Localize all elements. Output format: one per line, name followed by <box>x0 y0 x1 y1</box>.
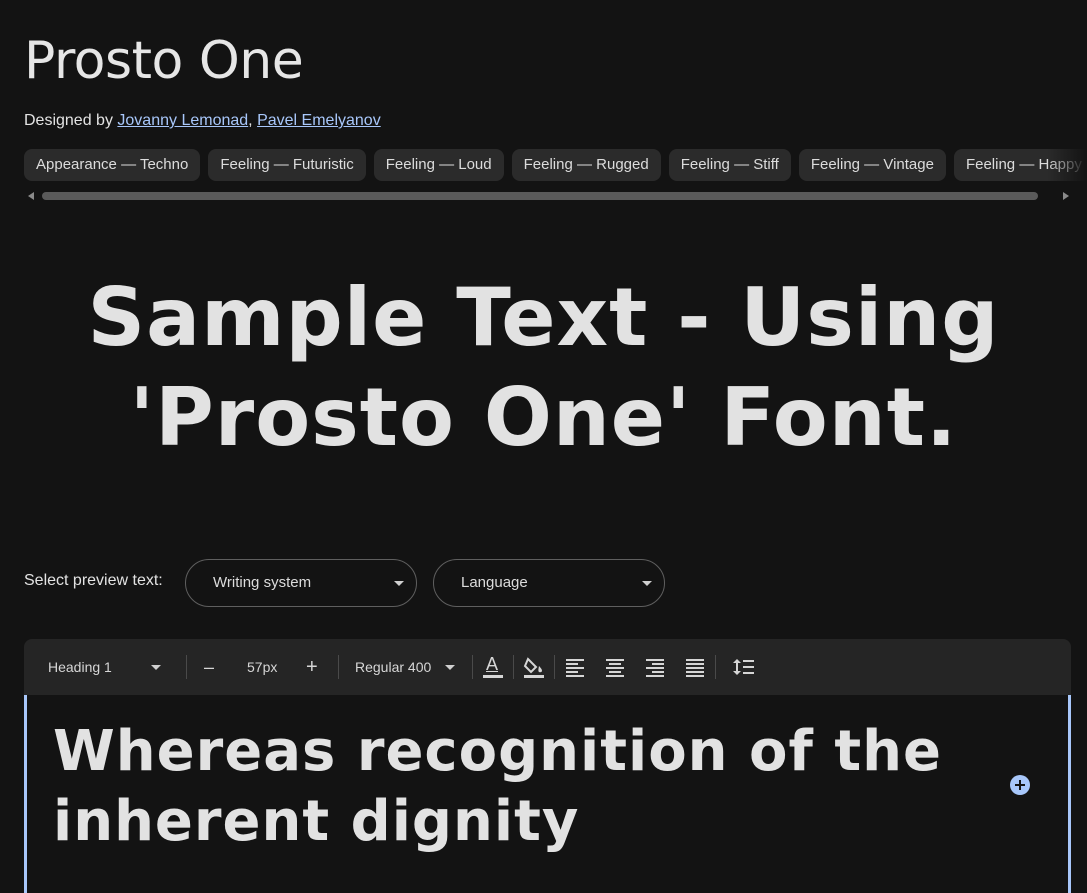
increase-size-button[interactable]: + <box>306 639 318 695</box>
preview-select-label: Select preview text: <box>24 572 163 589</box>
language-value: Language <box>461 574 528 591</box>
highlight-fill-icon[interactable] <box>522 655 546 679</box>
font-title: Prosto One <box>24 31 304 91</box>
tag-chip[interactable]: Feeling — Futuristic <box>208 149 366 181</box>
toolbar-divider <box>472 655 473 679</box>
chevron-down-icon <box>642 581 652 586</box>
toolbar-divider <box>554 655 555 679</box>
font-specimen-page: Prosto One Designed by Jovanny Lemonad, … <box>0 0 1087 893</box>
chevron-down-icon[interactable] <box>151 665 161 670</box>
editable-preview[interactable]: Whereas recognition of the inherent dign… <box>24 695 1071 893</box>
type-tester: Heading 1 – 57px + Regular 400 A Whereas… <box>24 639 1071 893</box>
preview-text-selector: Select preview text: Writing system Lang… <box>24 559 684 607</box>
toolbar-divider <box>338 655 339 679</box>
tag-list: Appearance — Techno Feeling — Futuristic F… <box>24 149 1087 181</box>
scroll-right-icon[interactable] <box>1063 192 1069 200</box>
designed-by-label: Designed by <box>24 112 113 129</box>
sample-text: Sample Text - Using 'Prosto One' Font. <box>87 271 1000 464</box>
designer-link-2[interactable]: Pavel Emelyanov <box>257 112 381 129</box>
designer-separator: , <box>248 112 253 129</box>
line-height-icon[interactable] <box>732 655 756 679</box>
tag-chip[interactable]: Feeling — Vintage <box>798 149 946 181</box>
writing-system-value: Writing system <box>213 574 312 591</box>
tag-chip[interactable]: Feeling — Stiff <box>668 149 791 181</box>
tags-scrollbar[interactable] <box>24 190 1071 202</box>
tag-chip[interactable]: Feeling — Rugged <box>511 149 661 181</box>
align-right-icon[interactable] <box>643 655 667 679</box>
align-center-icon[interactable] <box>603 655 627 679</box>
designer-link-1[interactable]: Jovanny Lemonad <box>117 112 248 129</box>
designer-credits: Designed by Jovanny Lemonad, Pavel Emely… <box>24 110 381 132</box>
tag-chip[interactable]: Feeling — Loud <box>373 149 504 181</box>
language-dropdown[interactable]: Language <box>433 559 665 607</box>
writing-system-dropdown[interactable]: Writing system <box>185 559 417 607</box>
add-circle-icon[interactable] <box>1010 775 1030 795</box>
chevron-down-icon[interactable] <box>445 665 455 670</box>
scrollbar-thumb[interactable] <box>42 192 1038 200</box>
chevron-down-icon <box>394 581 404 586</box>
decrease-size-button[interactable]: – <box>204 639 214 695</box>
toolbar-divider <box>513 655 514 679</box>
editor-text[interactable]: Whereas recognition of the inherent dign… <box>53 717 953 857</box>
font-size-value[interactable]: 57px <box>247 639 277 695</box>
text-color-icon[interactable]: A <box>481 654 505 679</box>
tags-fade-overlay <box>1047 149 1087 181</box>
toolbar-divider <box>715 655 716 679</box>
weight-select[interactable]: Regular 400 <box>355 639 431 695</box>
align-justify-icon[interactable] <box>683 655 707 679</box>
align-left-icon[interactable] <box>563 655 587 679</box>
style-select[interactable]: Heading 1 <box>48 639 112 695</box>
tag-chip[interactable]: Appearance — Techno <box>24 149 201 181</box>
scroll-left-icon[interactable] <box>28 192 34 200</box>
toolbar-divider <box>186 655 187 679</box>
editor-toolbar: Heading 1 – 57px + Regular 400 A <box>24 639 1071 695</box>
